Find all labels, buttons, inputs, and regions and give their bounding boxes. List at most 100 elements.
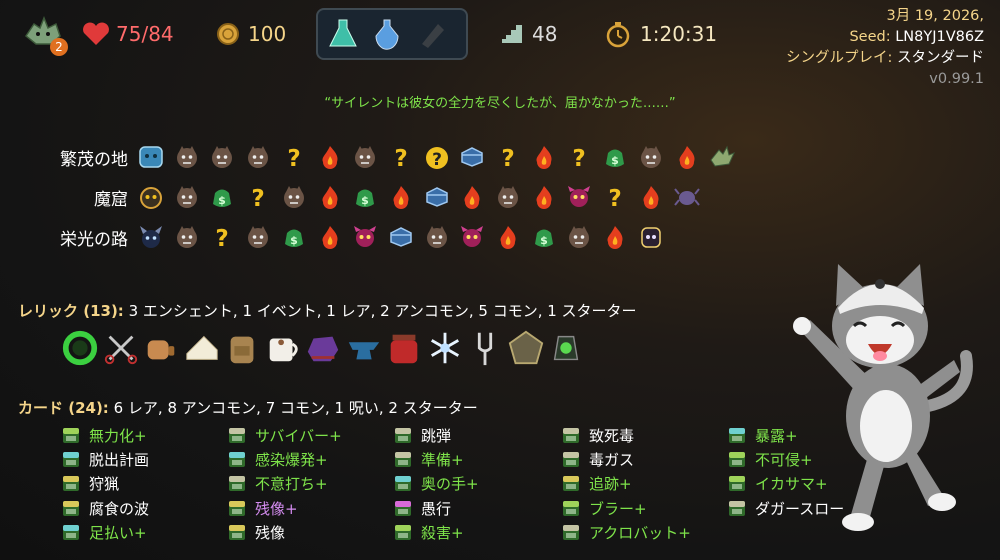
card-entry[interactable]: アクロバット+: [562, 522, 691, 544]
map-node-monster-icon[interactable]: [495, 184, 521, 210]
blue-potion-icon: [375, 19, 399, 50]
map-node-rest-icon[interactable]: [317, 144, 343, 170]
card-name: サバイバー+: [255, 426, 342, 445]
card-entry[interactable]: 愚行: [394, 497, 451, 519]
card-frame-icon: [562, 500, 580, 517]
map-node-unknown-icon[interactable]: ?: [602, 184, 628, 210]
relic-tuning-fork-icon[interactable]: [465, 328, 505, 368]
map-node-rest-icon[interactable]: [317, 224, 343, 250]
map-node-monster-icon[interactable]: [174, 224, 200, 250]
map-node-treasure-icon[interactable]: [459, 144, 485, 170]
map-node-merchant-icon[interactable]: $: [209, 184, 235, 210]
map-node-merchant-icon[interactable]: $: [352, 184, 378, 210]
map-node-elite-icon[interactable]: [459, 224, 485, 250]
map-node-monster-icon[interactable]: [174, 184, 200, 210]
map-node-boss-blue-icon[interactable]: [138, 144, 164, 170]
map-node-rest-icon[interactable]: [495, 224, 521, 250]
relic-backpack-icon[interactable]: [222, 328, 262, 368]
floor-value: 48: [532, 22, 558, 46]
map-node-boss-horned-icon[interactable]: [138, 224, 164, 250]
card-entry[interactable]: 奥の手+: [394, 473, 479, 495]
potion-slot-3[interactable]: [414, 16, 448, 52]
card-entry[interactable]: 脱出計画: [62, 448, 149, 470]
map-node-monster-icon[interactable]: [638, 144, 664, 170]
map-node-unknown-icon[interactable]: ?: [281, 144, 307, 170]
map-node-rest-icon[interactable]: [674, 144, 700, 170]
map-node-treasure-icon[interactable]: [424, 184, 450, 210]
map-node-monster-icon[interactable]: [281, 184, 307, 210]
relic-lantern-icon[interactable]: [546, 328, 586, 368]
map-node-monster-icon[interactable]: [424, 224, 450, 250]
potion-slot-2[interactable]: [370, 16, 404, 52]
map-node-monster-icon[interactable]: [209, 144, 235, 170]
card-frame-icon: [62, 427, 80, 444]
card-entry[interactable]: 準備+: [394, 448, 464, 470]
map-node-rest-icon[interactable]: [531, 144, 557, 170]
map-node-rest-icon[interactable]: [602, 224, 628, 250]
seed-value[interactable]: LN8YJ1V86Z: [895, 29, 984, 45]
card-entry[interactable]: 感染爆発+: [228, 448, 328, 470]
cat-mascot-icon: [793, 264, 973, 531]
map-node-rest-icon[interactable]: [388, 184, 414, 210]
map-node-unknown-icon[interactable]: ?: [245, 184, 271, 210]
relic-tea-set-icon[interactable]: [141, 328, 181, 368]
version: v0.99.1: [929, 71, 984, 87]
map-node-boss-spider-icon[interactable]: [673, 184, 700, 210]
map-node-boss-ghost-icon[interactable]: [638, 224, 664, 250]
card-entry[interactable]: 致死毒: [562, 424, 634, 446]
relic-cheese-icon[interactable]: [182, 328, 222, 368]
relic-snowflake-icon[interactable]: [425, 328, 465, 368]
map-node-monster-icon[interactable]: [174, 144, 200, 170]
card-entry[interactable]: 狩猟: [62, 473, 119, 495]
timer-value: 1:20:31: [640, 22, 718, 46]
card-entry[interactable]: 殺害+: [394, 522, 464, 544]
relic-bag-purple-icon[interactable]: [303, 328, 343, 368]
card-entry[interactable]: 残像+: [228, 497, 298, 519]
relic-ring-snake-icon[interactable]: [60, 328, 100, 368]
card-entry[interactable]: 不意打ち+: [228, 473, 328, 495]
map-node-rest-icon[interactable]: [459, 184, 485, 210]
map-node-unknown-icon[interactable]: ?: [495, 144, 521, 170]
map-node-rest-icon[interactable]: [531, 184, 557, 210]
map-node-elite-unknown-icon[interactable]: ?: [424, 144, 450, 170]
card-name: 脱出計画: [89, 450, 150, 469]
map-node-boss-skull-icon[interactable]: [138, 184, 164, 210]
relic-anvil-icon[interactable]: [344, 328, 384, 368]
svg-text:?: ?: [608, 186, 621, 210]
potion-slot-1[interactable]: [326, 16, 360, 52]
card-entry[interactable]: 足払い+: [62, 522, 147, 544]
card-frame-icon: [394, 500, 412, 517]
map-node-unknown-icon[interactable]: ?: [209, 224, 235, 250]
map-node-monster-icon[interactable]: [352, 144, 378, 170]
card-frame-icon: [728, 500, 746, 517]
map-node-boss-dragon-icon[interactable]: [709, 144, 736, 170]
map-node-rest-icon[interactable]: [638, 184, 664, 210]
map-node-elite-icon[interactable]: [566, 184, 592, 210]
relic-scissors-icon[interactable]: [101, 328, 141, 368]
relic-cocoa-mug-icon[interactable]: [263, 328, 303, 368]
gold-value: 100: [248, 22, 287, 46]
map-node-treasure-icon[interactable]: [388, 224, 414, 250]
card-entry[interactable]: 腐食の波: [62, 497, 149, 519]
card-entry[interactable]: 跳弾: [394, 424, 451, 446]
map-node-unknown-icon[interactable]: ?: [566, 144, 592, 170]
map-node-rest-icon[interactable]: [317, 184, 343, 210]
card-entry[interactable]: 残像: [228, 522, 285, 544]
map-node-merchant-icon[interactable]: $: [531, 224, 557, 250]
map-node-merchant-icon[interactable]: $: [602, 144, 628, 170]
relic-jar-red-icon[interactable]: [384, 328, 424, 368]
character-portrait[interactable]: 2: [22, 14, 68, 56]
map-node-monster-icon[interactable]: [566, 224, 592, 250]
card-entry[interactable]: ブラー+: [562, 497, 647, 519]
card-entry[interactable]: 追跡+: [562, 473, 632, 495]
map-node-elite-icon[interactable]: [352, 224, 378, 250]
map-node-unknown-icon[interactable]: ?: [388, 144, 414, 170]
map-node-monster-icon[interactable]: [245, 144, 271, 170]
map-node-merchant-icon[interactable]: $: [281, 224, 307, 250]
map-node-monster-icon[interactable]: [245, 224, 271, 250]
svg-text:$: $: [540, 234, 548, 247]
card-entry[interactable]: サバイバー+: [228, 424, 342, 446]
card-entry[interactable]: 毒ガス: [562, 448, 634, 470]
relic-pentagon-shield-icon[interactable]: [506, 328, 546, 368]
card-entry[interactable]: 無力化+: [62, 424, 147, 446]
